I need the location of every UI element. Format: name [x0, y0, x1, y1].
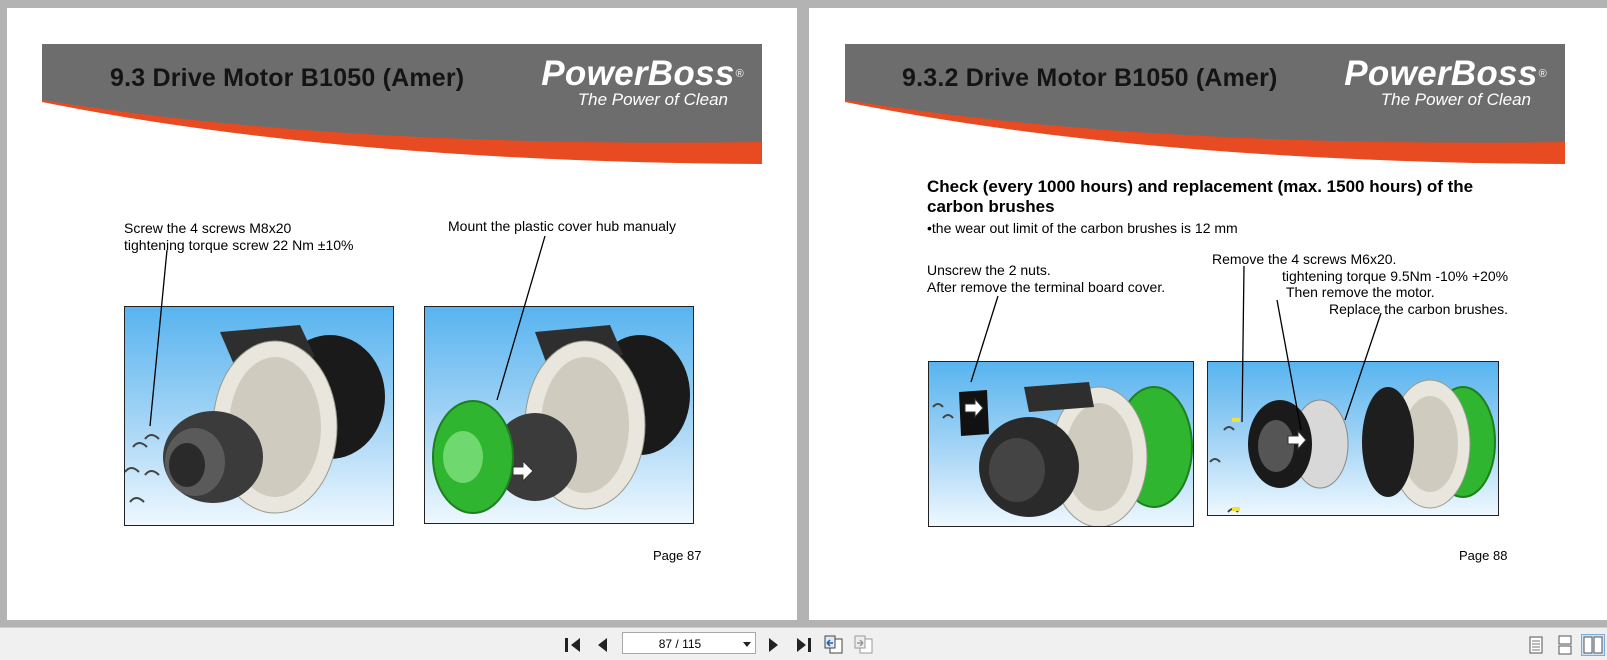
page-title: 9.3 Drive Motor B1050 (Amer) [110, 64, 465, 92]
logo-tagline: The Power of Clean [1380, 90, 1531, 109]
instruction-cover-hub: Mount the plastic cover hub manualy [448, 218, 677, 234]
motor-screws-diagram [124, 306, 394, 526]
next-page-icon [769, 638, 778, 652]
powerboss-logo: PowerBoss® The Power of Clean [1344, 56, 1547, 110]
single-page-view-button[interactable] [1524, 634, 1548, 656]
last-page-icon [797, 638, 811, 652]
motor-terminal-illustration [932, 382, 1193, 526]
two-page-icon [1583, 636, 1603, 654]
page-header-banner: 9.3 Drive Motor B1050 (Amer) PowerBoss® … [42, 44, 762, 176]
motor-illustration [125, 325, 385, 514]
continuous-view-button[interactable] [1553, 634, 1577, 656]
previous-page-icon [598, 638, 607, 652]
forward-view-icon [854, 635, 873, 654]
carbon-brushes-diagram [1207, 361, 1499, 516]
chevron-down-icon [743, 642, 751, 647]
viewer-toolbar: 87 / 115 [0, 627, 1607, 660]
logo-tagline: The Power of Clean [577, 90, 728, 109]
powerboss-logo: PowerBoss® The Power of Clean [541, 56, 744, 110]
page-number-label: Page 88 [1459, 548, 1508, 563]
logo-wordmark: PowerBoss [1344, 54, 1538, 93]
wear-limit-note: •the wear out limit of the carbon brushe… [927, 220, 1238, 236]
next-page-button[interactable] [762, 634, 786, 656]
motor-with-green-cover-illustration [432, 325, 690, 514]
page-number-label: Page 87 [653, 548, 702, 563]
continuous-page-icon [1558, 635, 1572, 655]
instruction-replace-brushes: Replace the carbon brushes. [1329, 301, 1508, 317]
section-heading-line2: carbon brushes [927, 197, 1055, 216]
page-title: 9.3.2 Drive Motor B1050 (Amer) [902, 64, 1278, 92]
terminal-cover-diagram [928, 361, 1194, 527]
two-page-view-button[interactable] [1581, 634, 1605, 656]
first-page-button[interactable] [561, 634, 585, 656]
section-heading-line1: Check (every 1000 hours) and replacement… [927, 177, 1474, 196]
page-header-banner: 9.3.2 Drive Motor B1050 (Amer) PowerBoss… [845, 44, 1565, 176]
motor-disassembly-illustration [1209, 379, 1496, 513]
registered-mark: ® [1538, 68, 1547, 80]
instruction-screws-line2: tightening torque screw 22 Nm ±10% [124, 237, 354, 253]
go-forward-view-button[interactable] [852, 634, 876, 656]
go-back-view-button[interactable] [822, 634, 846, 656]
registered-mark: ® [735, 68, 744, 80]
page-number-dropdown[interactable]: 87 / 115 [622, 632, 756, 654]
document-page-87: 9.3 Drive Motor B1050 (Amer) PowerBoss® … [7, 8, 797, 620]
document-page-88: 9.3.2 Drive Motor B1050 (Amer) PowerBoss… [809, 8, 1607, 620]
page-indicator-text: 87 / 115 [658, 637, 702, 651]
back-view-icon [824, 635, 843, 654]
logo-wordmark: PowerBoss [541, 54, 735, 93]
last-page-button[interactable] [792, 634, 816, 656]
single-page-icon [1529, 636, 1543, 654]
motor-cover-hub-diagram [424, 306, 694, 524]
instruction-nuts-line2: After remove the terminal board cover. [927, 279, 1166, 295]
previous-page-button[interactable] [590, 634, 614, 656]
first-page-icon [565, 638, 580, 652]
